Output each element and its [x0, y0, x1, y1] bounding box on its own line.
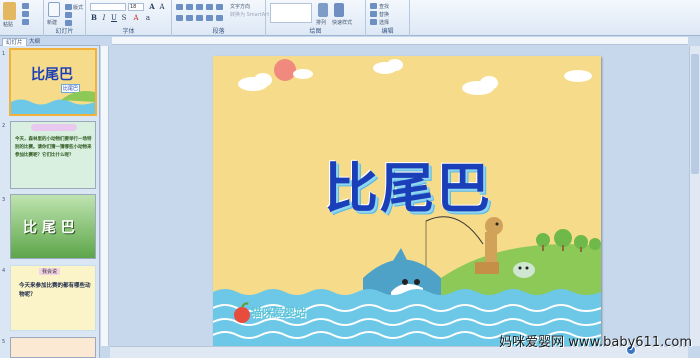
thumbnail-slide-5[interactable] [10, 337, 96, 358]
text-direction-label[interactable]: 文字方向 [230, 3, 250, 10]
smartart-label[interactable]: 转换为 SmartArt [230, 11, 269, 18]
thumbnail-illustration [11, 91, 95, 114]
shrink-font-icon[interactable]: A [158, 3, 166, 11]
reset-icon[interactable] [65, 12, 72, 18]
watermark-text: 妈咪爱婴网 www.baby611.com [499, 335, 692, 350]
ribbon: 粘贴 新建 版式 幻灯片 18 A A B I U S A a 字体 文字方向 … [0, 0, 700, 36]
align-left-icon[interactable] [176, 15, 183, 21]
slides-group: 新建 版式 幻灯片 [44, 0, 86, 36]
thumbnail-text: 今天，森林里的小动物们要举行一场特别的比赛。请你们猜一猜哪些小动物来参加比赛呢？… [15, 137, 92, 158]
slide-title[interactable]: 比尾巴 [313, 144, 503, 223]
tab-slides[interactable]: 幻灯片 [2, 38, 27, 46]
arrange-label: 排列 [316, 20, 327, 26]
select-icon[interactable] [370, 19, 377, 25]
thumbnail-text: 今天来参加比赛的都有哪些动物呢？ [19, 283, 91, 298]
slide-thumbnail-panel: 幻灯片 大纲 1 比尾巴 比尾巴 2 今天，森林里的小动物们要举行一场特别的比赛… [0, 37, 100, 358]
paste-label: 粘贴 [3, 22, 14, 28]
bullets-icon[interactable] [176, 4, 183, 10]
bold-icon[interactable]: B [90, 14, 98, 22]
thumbnail-number: 2 [2, 123, 6, 129]
thumbnail-banner [31, 124, 77, 131]
arrange-button[interactable] [318, 3, 328, 17]
increase-indent-icon[interactable] [206, 4, 213, 10]
thumbnail-title: 比 尾 巴 [23, 220, 75, 236]
numbering-icon[interactable] [186, 4, 193, 10]
thumbnail-number: 4 [2, 268, 6, 274]
replace-label[interactable]: 替换 [379, 11, 389, 18]
tab-outline[interactable]: 大纲 [26, 38, 43, 46]
layout-label: 版式 [73, 5, 84, 11]
paste-button[interactable] [3, 2, 16, 20]
font-group-label: 字体 [122, 28, 135, 35]
grow-font-icon[interactable]: A [148, 3, 156, 11]
cut-icon[interactable] [22, 3, 29, 9]
quick-styles-button[interactable] [334, 3, 344, 17]
thumbnail-slide-3[interactable]: 比 尾 巴 [10, 194, 96, 259]
paragraph-group-label: 段落 [212, 28, 225, 35]
horizontal-ruler [112, 37, 688, 45]
drawing-group: 排列 快速样式 绘图 [266, 0, 366, 36]
replace-icon[interactable] [370, 11, 377, 17]
panel-tabs: 幻灯片 大纲 [0, 37, 100, 46]
thumbnail-number: 3 [2, 197, 6, 203]
vertical-ruler [101, 46, 109, 346]
font-size-field[interactable]: 18 [128, 3, 144, 11]
char-spacing-icon[interactable]: a [144, 14, 152, 22]
new-slide-button[interactable] [48, 2, 60, 17]
columns-icon[interactable] [216, 15, 223, 21]
thumbnail-number: 5 [2, 339, 6, 345]
align-center-icon[interactable] [186, 15, 193, 21]
slides-group-label: 幻灯片 [55, 28, 74, 35]
italic-icon[interactable]: I [100, 14, 108, 22]
copy-icon[interactable] [22, 11, 29, 17]
thumbnail-badge: 我会说 [39, 268, 61, 275]
align-right-icon[interactable] [196, 15, 203, 21]
clipboard-group: 粘贴 [0, 0, 44, 36]
editing-group-label: 编辑 [381, 28, 394, 35]
line-spacing-icon[interactable] [216, 4, 223, 10]
drawing-group-label: 绘图 [309, 28, 322, 35]
strikethrough-icon[interactable]: S [120, 14, 128, 22]
thumbnail-slide-2[interactable]: 今天，森林里的小动物们要举行一场特别的比赛。请你们猜一猜哪些小动物来参加比赛呢？… [10, 121, 96, 189]
thumbnail-slide-1[interactable]: 比尾巴 比尾巴 [9, 48, 97, 116]
format-painter-icon[interactable] [22, 19, 29, 25]
font-name-field[interactable] [90, 3, 126, 11]
editing-group: 查找 替换 选择 编辑 [366, 0, 410, 36]
find-label[interactable]: 查找 [379, 3, 389, 10]
vertical-scrollbar[interactable] [689, 46, 700, 346]
quick-styles-label: 快速样式 [332, 20, 353, 26]
thumbnail-number: 1 [2, 51, 6, 57]
scroll-thumb[interactable] [691, 54, 699, 174]
justify-icon[interactable] [206, 15, 213, 21]
font-color-icon[interactable]: A [132, 14, 140, 22]
underline-icon[interactable]: U [110, 14, 118, 22]
slide-canvas[interactable]: 比尾巴 猫咪爱婴站 [213, 56, 601, 346]
decrease-indent-icon[interactable] [196, 4, 203, 10]
logo-text: 猫咪爱婴站 [251, 306, 306, 319]
new-slide-label: 新建 [47, 20, 58, 26]
find-icon[interactable] [370, 3, 377, 9]
select-label[interactable]: 选择 [379, 19, 389, 26]
shapes-gallery[interactable] [270, 3, 312, 23]
paragraph-group: 文字方向 转换为 SmartArt 段落 [172, 0, 269, 36]
thumbnail-slide-4[interactable]: 我会说 今天来参加比赛的都有哪些动物呢？ [10, 265, 96, 331]
font-group: 18 A A B I U S A a 字体 [86, 0, 172, 36]
layout-icon[interactable] [65, 4, 72, 10]
